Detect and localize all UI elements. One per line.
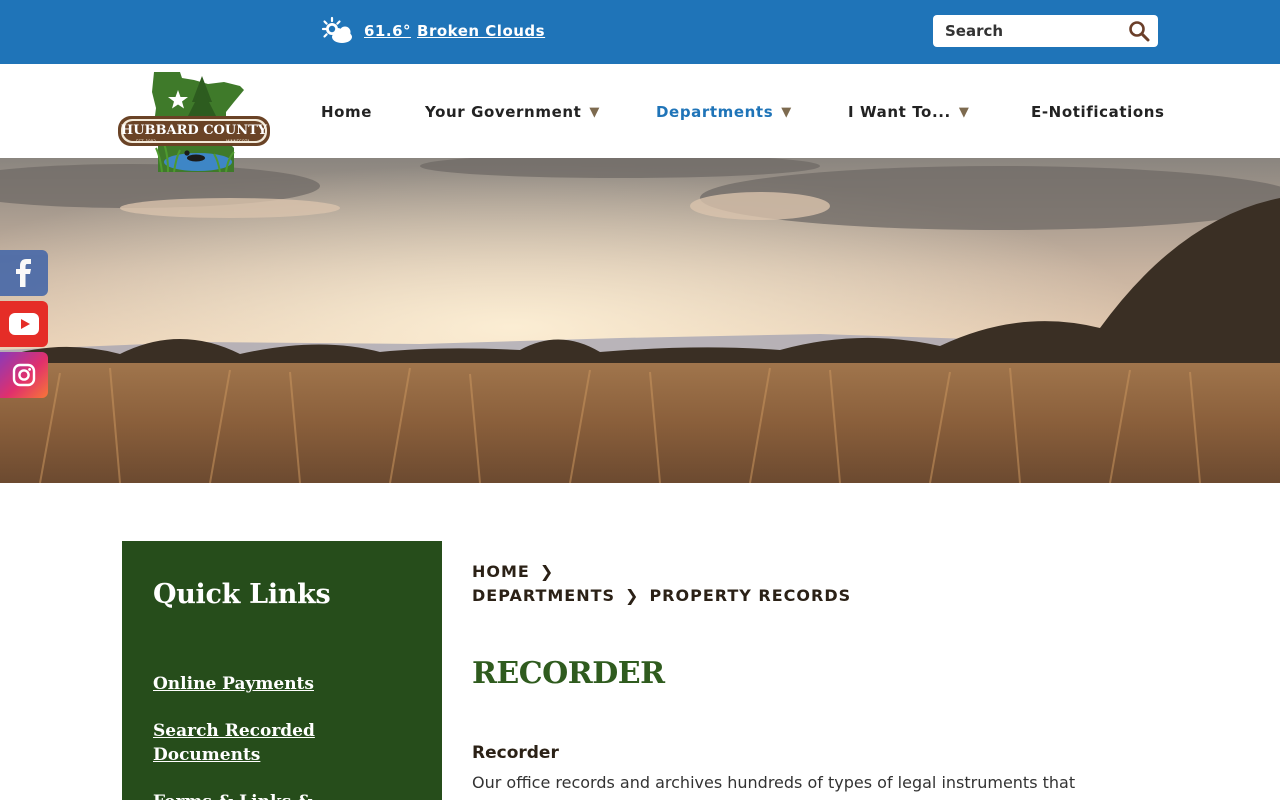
partly-cloudy-icon: [321, 16, 352, 43]
nav-i-want-to-label: I Want To...: [848, 103, 951, 121]
nav-i-want-to[interactable]: I Want To... ▼: [848, 103, 969, 121]
dropdown-caret-icon: ▼: [781, 104, 792, 120]
youtube-button[interactable]: [0, 301, 48, 347]
breadcrumb: HOME ❯ DEPARTMENTS ❯ PROPERTY RECORDS: [472, 560, 1162, 608]
logo-text: HUBBARD COUNTY: [121, 123, 268, 138]
intro-paragraph: Our office records and archives hundreds…: [472, 773, 1076, 792]
logo-state: MINNESOTA: [226, 139, 250, 144]
weather-description: Broken Clouds: [417, 22, 546, 40]
quick-links-panel: Quick Links Online Payments Search Recor…: [122, 541, 442, 800]
hubbard-county-logo[interactable]: HUBBARD COUNTY EST. 1883 MINNESOTA: [116, 68, 272, 176]
top-utility-bar: 61.6° Broken Clouds: [0, 0, 1280, 64]
dropdown-caret-icon: ▼: [958, 104, 970, 120]
nav-e-notifications[interactable]: E-Notifications: [1031, 103, 1165, 121]
dropdown-caret-icon: ▼: [589, 104, 600, 120]
chevron-right-icon: ❯: [625, 586, 640, 605]
youtube-icon: [9, 313, 39, 335]
facebook-button[interactable]: [0, 250, 48, 296]
quick-link-forms-links-documents[interactable]: Forms & Links & Documents: [153, 790, 423, 800]
search-input[interactable]: [933, 16, 1123, 46]
instagram-button[interactable]: [0, 352, 48, 398]
breadcrumb-home[interactable]: HOME: [472, 560, 530, 584]
search-box: [933, 15, 1158, 47]
nav-home-label: Home: [321, 103, 373, 121]
hero-wheat-field-image: [0, 158, 1280, 483]
list-item: Search Recorded Documents: [153, 719, 411, 767]
list-item: Forms & Links & Documents: [153, 790, 411, 800]
chevron-right-icon: ❯: [539, 562, 555, 581]
quick-link-search-recorded-documents[interactable]: Search Recorded Documents: [153, 719, 423, 767]
logo-est: EST. 1883: [136, 139, 156, 144]
quick-link-online-payments[interactable]: Online Payments: [153, 672, 423, 696]
site-header: HUBBARD COUNTY EST. 1883 MINNESOTA Home …: [0, 64, 1280, 173]
weather-link[interactable]: 61.6° Broken Clouds: [320, 16, 545, 46]
nav-departments[interactable]: Departments ▼: [656, 103, 792, 121]
weather-temperature: 61.6°: [364, 22, 412, 40]
quick-links-list: Online Payments Search Recorded Document…: [153, 672, 411, 800]
list-item: Online Payments: [153, 672, 411, 696]
instagram-icon: [12, 363, 36, 387]
nav-e-notifications-label: E-Notifications: [1031, 103, 1165, 121]
nav-home[interactable]: Home: [321, 103, 372, 121]
page-title: RECORDER: [472, 656, 665, 691]
section-heading: Recorder: [472, 743, 559, 763]
nav-departments-label: Departments: [656, 103, 774, 121]
social-links: [0, 250, 48, 403]
nav-your-government[interactable]: Your Government ▼: [425, 103, 600, 121]
breadcrumb-departments[interactable]: DEPARTMENTS: [472, 584, 615, 608]
quick-links-title: Quick Links: [153, 579, 331, 610]
breadcrumb-property-records[interactable]: PROPERTY RECORDS: [649, 584, 851, 608]
facebook-icon: [16, 259, 31, 287]
nav-your-government-label: Your Government: [425, 103, 582, 121]
main-content: HOME ❯ DEPARTMENTS ❯ PROPERTY RECORDS RE…: [472, 560, 1162, 795]
search-icon[interactable]: [1128, 20, 1150, 42]
